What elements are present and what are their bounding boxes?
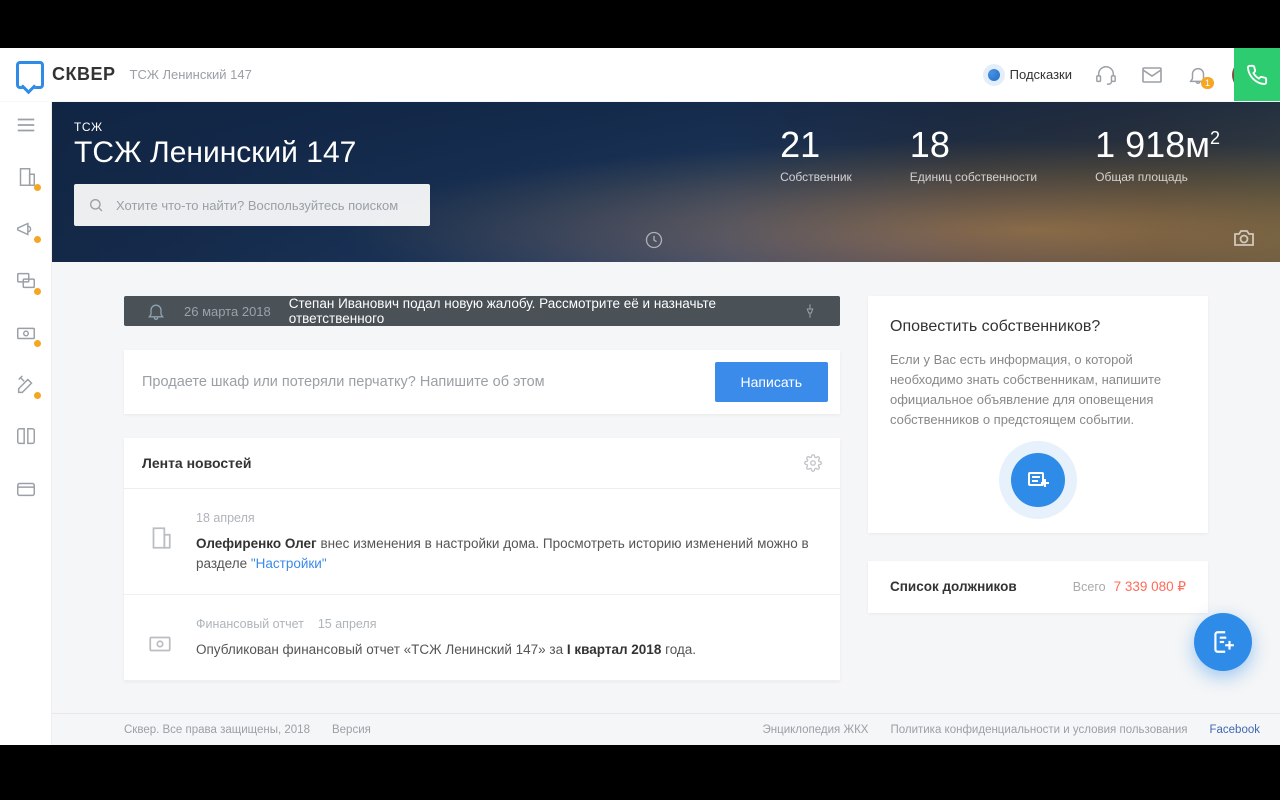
feed-item-link[interactable]: "Настройки" — [251, 556, 327, 571]
debtors-card: Список должников Всего 7 339 080 ₽ — [868, 561, 1208, 613]
composer-submit-button[interactable]: Написать — [715, 362, 828, 402]
news-feed: Лента новостей 18 апреля Олефире — [124, 438, 840, 681]
topbar-right: Подсказки 1 — [988, 59, 1264, 91]
feed-item[interactable]: Финансовый отчет15 апреля Опубликован фи… — [124, 595, 840, 681]
stat-units: 18 Единиц собственности — [910, 124, 1037, 184]
logo-icon — [16, 61, 44, 89]
hints-toggle[interactable]: Подсказки — [988, 67, 1072, 82]
sidebar-item-money[interactable] — [13, 320, 39, 346]
hints-dot-icon — [988, 69, 1000, 81]
support-icon[interactable] — [1094, 63, 1118, 87]
camera-icon[interactable] — [1232, 226, 1256, 250]
feed-item-date: 15 апреля — [318, 615, 377, 634]
notify-card: Оповестить собственников? Если у Вас ест… — [868, 296, 1208, 533]
logo[interactable]: СКВЕР — [16, 61, 116, 89]
stat-area: 1 918м2 Общая площадь — [1095, 124, 1220, 184]
sidebar-item-tools[interactable] — [13, 372, 39, 398]
footer-link-policy[interactable]: Политика конфиденциальности и условия по… — [890, 724, 1187, 736]
bell-icon — [146, 301, 166, 321]
composer-input[interactable] — [142, 374, 701, 390]
content: ТСЖ ТСЖ Ленинский 147 21 Собственник 18 … — [52, 102, 1280, 745]
footer-version[interactable]: Версия — [332, 724, 371, 736]
hints-label: Подсказки — [1010, 67, 1072, 82]
footer-link-wiki[interactable]: Энциклопедия ЖКХ — [763, 724, 869, 736]
composer: Написать — [124, 350, 840, 414]
sidebar-item-card[interactable] — [13, 476, 39, 502]
hero-stats: 21 Собственник 18 Единиц собственности 1… — [780, 124, 1220, 184]
create-announcement-button[interactable] — [1011, 453, 1065, 507]
search-box[interactable] — [74, 184, 430, 226]
report-icon — [142, 615, 178, 660]
feed-item[interactable]: 18 апреля Олефиренко Олег внес изменения… — [124, 489, 840, 595]
floating-add-button[interactable] — [1194, 613, 1252, 671]
footer-copyright: Сквер. Все права защищены, 2018 — [124, 724, 310, 736]
notifications-icon[interactable]: 1 — [1186, 63, 1210, 87]
footer-link-facebook[interactable]: Facebook — [1209, 724, 1260, 736]
gear-icon[interactable] — [804, 454, 822, 472]
notice-text: Степан Иванович подал новую жалобу. Расс… — [289, 296, 784, 326]
call-button[interactable] — [1234, 48, 1280, 101]
stat-owners: 21 Собственник — [780, 124, 852, 184]
sidebar-item-building[interactable] — [13, 164, 39, 190]
clock-icon[interactable] — [644, 230, 664, 250]
feed-item-category: Финансовый отчет — [196, 615, 304, 634]
mail-icon[interactable] — [1140, 63, 1164, 87]
feed-item-author: Олефиренко Олег — [196, 536, 317, 551]
search-input[interactable] — [116, 198, 416, 213]
debtors-title: Список должников — [890, 579, 1073, 594]
pin-icon[interactable] — [802, 303, 818, 319]
sidebar-item-megaphone[interactable] — [13, 216, 39, 242]
notifications-badge: 1 — [1201, 77, 1214, 89]
building-icon — [142, 509, 178, 574]
sidebar — [0, 102, 52, 745]
debtors-total-label: Всего — [1073, 580, 1106, 594]
hero-banner: ТСЖ ТСЖ Ленинский 147 21 Собственник 18 … — [52, 102, 1280, 262]
menu-toggle-icon[interactable] — [13, 112, 39, 138]
sidebar-item-chat[interactable] — [13, 268, 39, 294]
topbar: СКВЕР ТСЖ Ленинский 147 Подсказки 1 — [0, 48, 1280, 102]
notice-date: 26 марта 2018 — [184, 304, 271, 319]
feed-item-date: 18 апреля — [196, 509, 255, 528]
feed-title: Лента новостей — [142, 455, 804, 471]
notify-card-title: Оповестить собственников? — [890, 318, 1186, 336]
brand-subtitle: ТСЖ Ленинский 147 — [130, 67, 252, 82]
footer: Сквер. Все права защищены, 2018 Версия Э… — [52, 713, 1280, 745]
brand-name: СКВЕР — [52, 64, 116, 85]
notice-strip[interactable]: 26 марта 2018 Степан Иванович подал нову… — [124, 296, 840, 326]
search-icon — [88, 197, 104, 213]
notify-card-text: Если у Вас есть информация, о которой не… — [890, 350, 1186, 431]
sidebar-item-book[interactable] — [13, 424, 39, 450]
